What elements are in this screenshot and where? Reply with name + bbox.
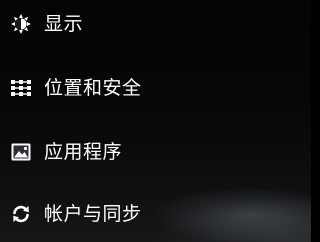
menu-item-display[interactable]: 显示	[0, 0, 311, 48]
menu-item-label: 应用程序	[44, 141, 123, 163]
menu-item-location-security[interactable]: 位置和安全	[0, 64, 311, 112]
settings-screen: 显示 位置和安全 应用程序 帐户与同步	[0, 0, 311, 242]
location-security-grid-icon	[10, 77, 32, 99]
sync-icon	[10, 203, 32, 225]
menu-item-label: 位置和安全	[44, 77, 142, 99]
menu-item-applications[interactable]: 应用程序	[0, 128, 311, 176]
applications-icon	[10, 141, 32, 163]
menu-item-label: 帐户与同步	[44, 203, 142, 225]
display-brightness-icon	[10, 13, 32, 35]
settings-menu: 显示 位置和安全 应用程序 帐户与同步	[0, 0, 311, 242]
menu-item-accounts-sync[interactable]: 帐户与同步	[0, 190, 311, 238]
menu-item-label: 显示	[44, 13, 84, 35]
